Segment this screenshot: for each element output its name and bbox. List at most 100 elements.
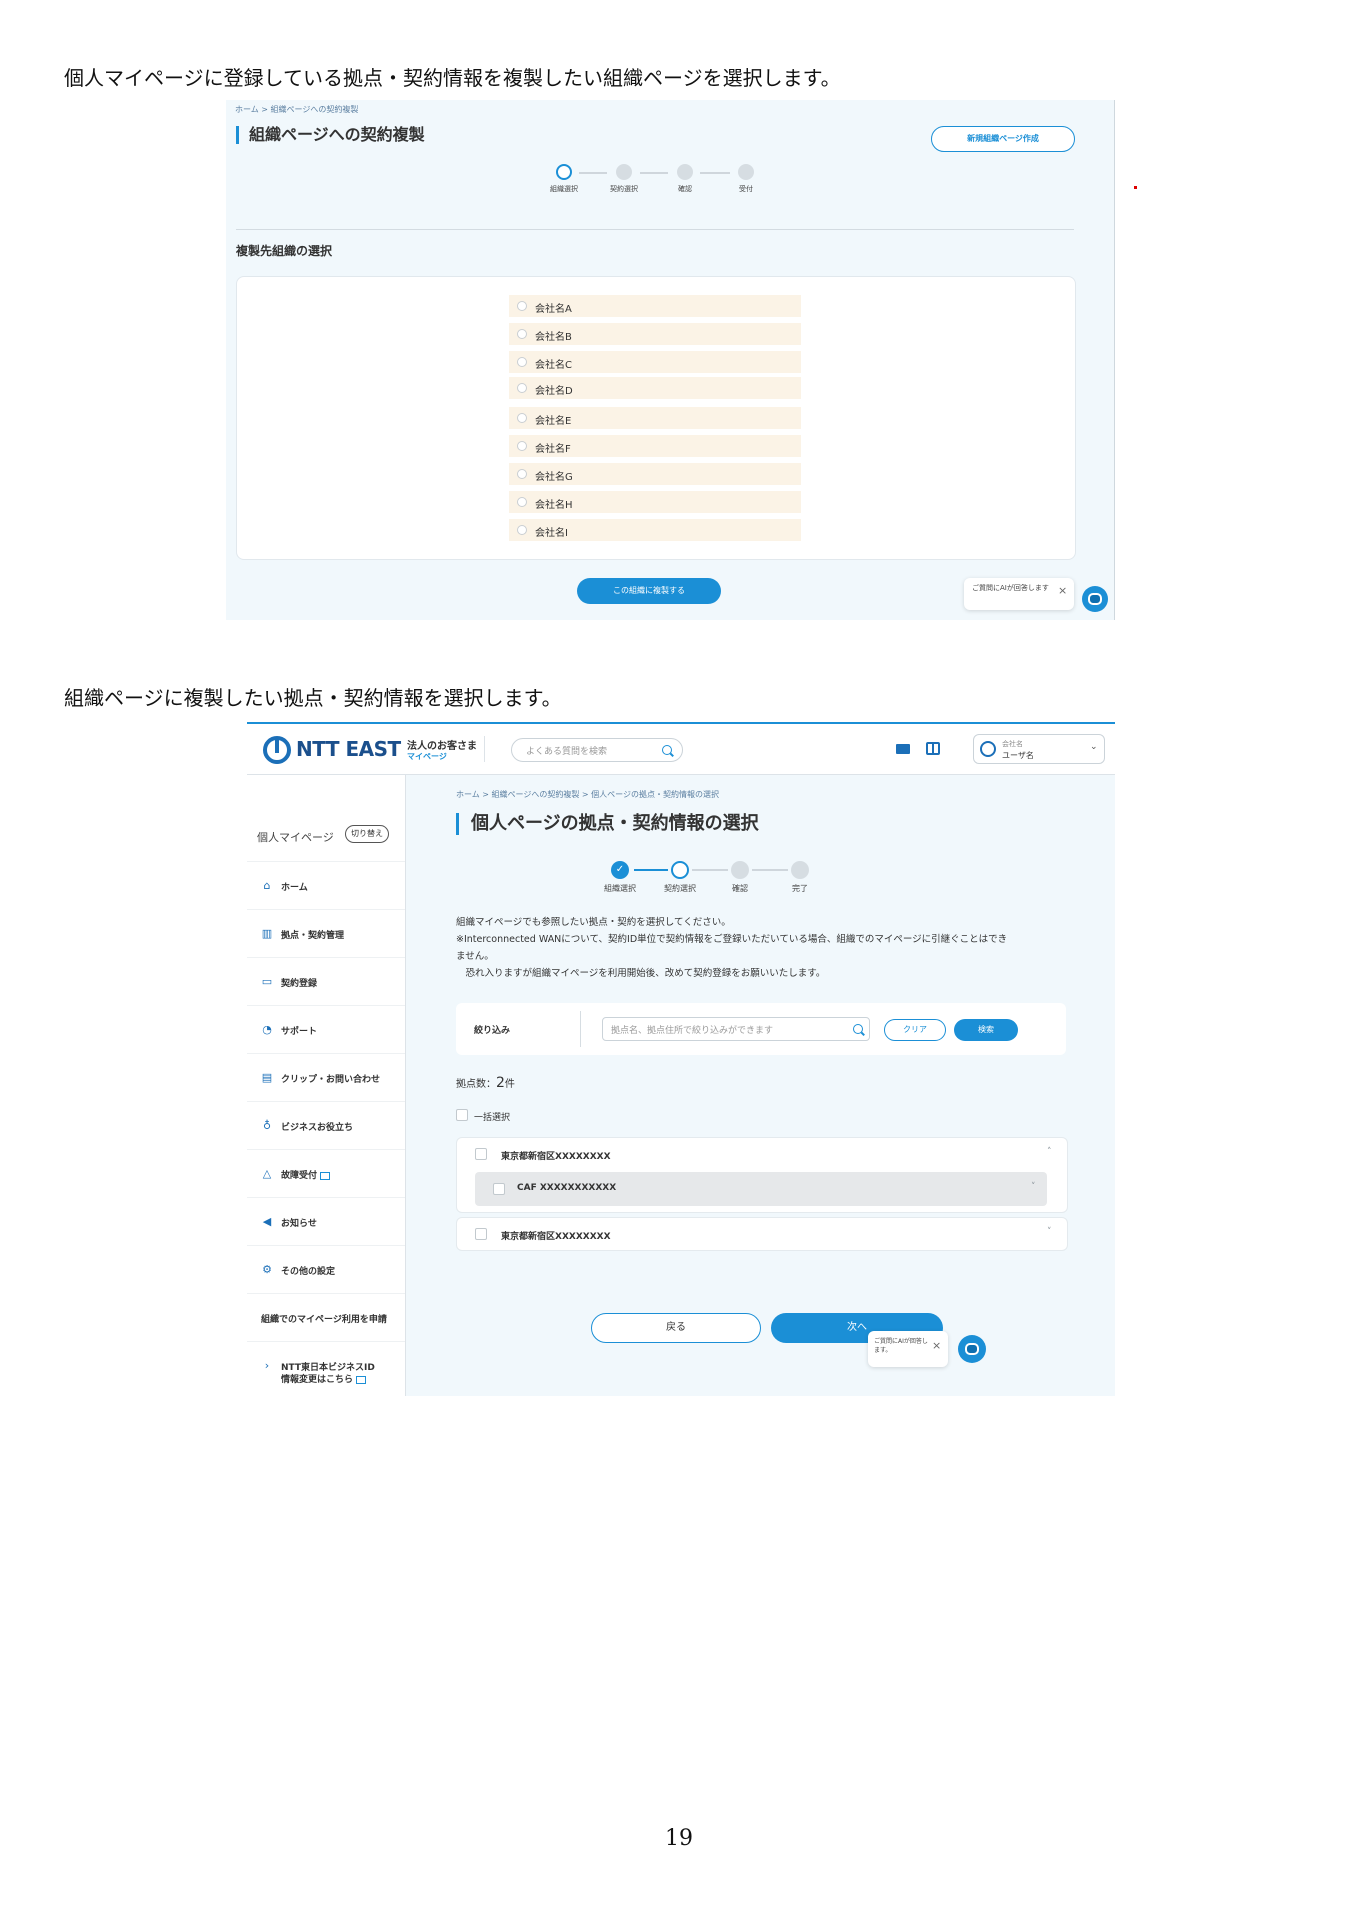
search-icon[interactable] [853,1024,863,1034]
location-filter-input[interactable]: 拠点名、拠点住所で絞り込みができます [602,1017,870,1041]
radio-button[interactable] [517,357,527,367]
clip-icon: ▤ [261,1071,273,1084]
close-icon[interactable]: × [1058,584,1067,597]
company-option[interactable]: 会社名F [509,435,801,457]
sidebar: 個人マイページ 切り替え ⌂ ホーム ▥ 拠点・契約管理 ▭ 契約登録 ◔ サポート ▤… [247,775,406,1396]
sidebar-item-locations[interactable]: ▥ 拠点・契約管理 [247,909,405,958]
page-number: 19 [665,1826,693,1851]
location-checkbox[interactable] [475,1228,487,1240]
sidebar-item-home[interactable]: ⌂ ホーム [247,861,405,910]
contract-icon: ▭ [261,975,273,988]
header-corp-label: 法人のお客さま [407,741,477,752]
sidebar-item-contract-register[interactable]: ▭ 契約登録 [247,957,405,1006]
sidebar-item-failure[interactable]: △ 故障受付 [247,1149,405,1198]
step-pending-circle [616,164,632,180]
external-link-icon [356,1375,367,1384]
building-icon: ▥ [261,927,273,940]
search-icon[interactable] [662,745,672,755]
faq-search-input[interactable]: よくある質問を検索 [511,738,683,762]
bulk-select-checkbox[interactable] [456,1109,468,1121]
sidebar-item-settings[interactable]: ⚙ その他の設定 [247,1245,405,1294]
location-name: 東京都新宿区XXXXXXXX [501,1232,611,1242]
section-title: 複製先組織の選択 [236,244,333,258]
step-3: 確認 [710,861,770,894]
step-pending-circle [738,164,754,180]
radio-button[interactable] [517,497,527,507]
breadcrumb[interactable]: ホーム > 組織ページへの契約複製 > 個人ページの拠点・契約情報の選択 [456,789,719,800]
step-4: 受付 [716,164,776,194]
company-list-panel: 会社名A 会社名B 会社名C 会社名D 会社名E 会社名F 会社名G 会社名H … [236,276,1076,560]
radio-button[interactable] [517,383,527,393]
step-pending-circle [677,164,693,180]
close-icon[interactable]: × [932,1339,941,1352]
step-4: 完了 [770,861,830,894]
caret-up-icon[interactable]: ˄ [1047,1147,1052,1157]
clear-button[interactable]: クリア [884,1019,946,1041]
company-option[interactable]: 会社名H [509,491,801,513]
copy-to-org-button[interactable]: この組織に複製する [577,578,721,604]
switch-page-button[interactable]: 切り替え [345,825,389,843]
gear-icon: ⚙ [262,1263,272,1276]
sidebar-item-clip[interactable]: ▤ クリップ・お問い合わせ [247,1053,405,1102]
ai-chat-bubble[interactable]: ご質問にAIが回答します × [964,578,1074,610]
step-current-circle [671,861,689,879]
user-menu[interactable]: 会社名 ユーザ名 ⌄ [973,734,1105,764]
step-3: 確認 [655,164,715,194]
header-divider [484,736,485,762]
ai-chat-bubble[interactable]: ご質問にAIが回答します。 × [868,1331,948,1367]
header-mypage-label: マイページ [407,752,447,761]
sidebar-item-support[interactable]: ◔ サポート [247,1005,405,1054]
radio-button[interactable] [517,525,527,535]
mail-icon[interactable] [896,744,910,754]
bulk-select-label: 一括選択 [474,1113,511,1123]
step-1: ✓ 組織選択 [590,861,650,894]
company-option[interactable]: 会社名B [509,323,801,345]
company-option[interactable]: 会社名C [509,351,801,373]
divider [236,229,1074,230]
radio-button[interactable] [517,469,527,479]
main-content: ホーム > 組織ページへの契約複製 > 個人ページの拠点・契約情報の選択 個人ペ… [406,775,1115,1396]
support-icon: ◔ [262,1023,272,1036]
external-link-icon [320,1171,331,1180]
company-option[interactable]: 会社名G [509,463,801,485]
radio-button[interactable] [517,441,527,451]
contract-id: CAF XXXXXXXXXXX [517,1183,617,1193]
radio-button[interactable] [517,301,527,311]
company-option[interactable]: 会社名A [509,295,801,317]
sidebar-item-news[interactable]: ◀ お知らせ [247,1197,405,1246]
user-icon [980,741,996,757]
site-header: NTT EAST 法人のお客さま マイページ よくある質問を検索 会社名 ユーザ… [247,724,1115,775]
breadcrumb[interactable]: ホーム > 組織ページへの契約複製 [235,104,358,115]
bulb-icon: ♁ [262,1119,272,1132]
step-2: 契約選択 [594,164,654,194]
sidebar-item-org-apply[interactable]: 組織でのマイページ利用を申請 [247,1293,405,1342]
page-title: 個人ページの拠点・契約情報の選択 [456,813,759,835]
ai-robot-icon[interactable] [1082,586,1108,612]
sidebar-item-business-id[interactable]: › NTT東日本ビジネスID 情報変更はこちら [247,1341,405,1396]
sidebar-title: 個人マイページ [257,831,334,844]
company-option[interactable]: 会社名I [509,519,801,541]
caret-down-icon[interactable]: ˅ [1047,1227,1052,1237]
ai-robot-icon[interactable] [958,1335,986,1363]
step-2: 契約選択 [650,861,710,894]
step-1: 組織選択 [534,164,594,194]
contract-checkbox[interactable] [493,1183,505,1195]
manual-book-icon[interactable] [926,742,940,755]
company-option[interactable]: 会社名D [509,377,801,399]
radio-button[interactable] [517,329,527,339]
home-icon: ⌂ [263,879,271,892]
location-card: 東京都新宿区XXXXXXXX ˅ [456,1217,1068,1251]
check-icon: ✓ [611,861,629,879]
search-button[interactable]: 検索 [954,1019,1018,1041]
location-count: 拠点数：2件 [456,1075,515,1091]
radio-button[interactable] [517,413,527,423]
company-option[interactable]: 会社名E [509,407,801,429]
caret-down-icon[interactable]: ˅ [1031,1182,1036,1192]
location-checkbox[interactable] [475,1148,487,1160]
sidebar-item-business-tips[interactable]: ♁ ビジネスお役立ち [247,1101,405,1150]
back-button[interactable]: 戻る [591,1313,761,1343]
warning-icon: △ [262,1167,272,1180]
filter-divider [580,1011,581,1047]
instruction-text: 組織マイページでも参照したい拠点・契約を選択してください。 ※Interconn… [456,917,1008,979]
new-org-page-button[interactable]: 新規組織ページ作成 [931,126,1075,152]
